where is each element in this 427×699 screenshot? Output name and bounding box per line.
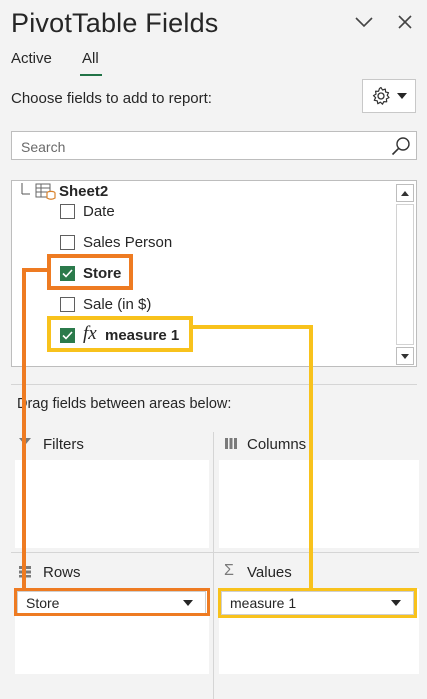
section-divider — [11, 384, 417, 385]
field-label-sales-person[interactable]: Sales Person — [83, 234, 172, 251]
measure-connector-horizontal — [191, 325, 313, 329]
field-label-store[interactable]: Store — [83, 265, 121, 282]
rows-area-title: Rows — [43, 564, 81, 581]
checkmark-icon — [62, 269, 73, 278]
gear-icon — [372, 86, 390, 105]
checkmark-icon — [62, 331, 73, 340]
close-icon[interactable] — [393, 10, 417, 34]
search-icon[interactable] — [390, 135, 412, 157]
measure-connector-vertical — [309, 325, 313, 589]
table-name: Sheet2 — [59, 183, 109, 200]
field-label-sale[interactable]: Sale (in $) — [83, 296, 151, 313]
panel-title: PivotTable Fields — [11, 8, 219, 38]
area-vertical-divider — [213, 432, 214, 699]
tab-all[interactable]: All — [82, 50, 99, 67]
chevron-down-icon[interactable] — [352, 10, 376, 34]
filters-drop-area[interactable] — [15, 460, 209, 548]
tools-button[interactable] — [362, 79, 416, 113]
columns-area-title: Columns — [247, 436, 307, 453]
field-list-scrollbar[interactable] — [396, 184, 414, 365]
filters-area-title: Filters — [43, 436, 84, 453]
columns-icon — [225, 438, 237, 449]
field-list: Sheet2 Date Sales Person Store Sale (in … — [11, 180, 417, 367]
values-field-label: measure 1 — [230, 595, 297, 611]
field-checkbox-measure-1[interactable] — [60, 328, 75, 343]
values-area-title: Values — [247, 564, 292, 581]
field-checkbox-sale[interactable] — [60, 297, 75, 312]
choose-fields-label: Choose fields to add to report: — [11, 90, 212, 107]
dropdown-arrow-icon — [397, 93, 407, 99]
tab-active[interactable]: Active — [11, 50, 52, 67]
sigma-icon: Σ — [224, 562, 234, 579]
tab-all-underline — [80, 74, 102, 76]
scroll-track[interactable] — [396, 204, 414, 345]
dropdown-arrow-icon[interactable] — [183, 600, 193, 606]
drag-instruction: Drag fields between areas below: — [17, 396, 232, 412]
search-box[interactable] — [11, 131, 417, 160]
area-horizontal-divider — [11, 552, 419, 553]
scroll-down-button[interactable] — [396, 347, 414, 365]
store-connector-vertical — [22, 268, 26, 590]
field-checkbox-store[interactable] — [60, 266, 75, 281]
field-checkbox-date[interactable] — [60, 204, 75, 219]
scroll-up-button[interactable] — [396, 184, 414, 202]
dropdown-arrow-icon[interactable] — [391, 600, 401, 606]
search-input[interactable] — [19, 136, 383, 157]
field-label-measure-1[interactable]: measure 1 — [105, 327, 179, 344]
table-icon — [35, 183, 56, 200]
values-field-measure-1[interactable]: measure 1 — [221, 591, 414, 615]
store-connector-horizontal — [22, 268, 49, 272]
rows-field-store[interactable]: Store — [17, 591, 206, 615]
function-icon: fx — [83, 323, 97, 344]
field-label-date[interactable]: Date — [83, 203, 115, 220]
columns-drop-area[interactable] — [219, 460, 419, 548]
rows-field-label: Store — [26, 595, 60, 611]
field-checkbox-sales-person[interactable] — [60, 235, 75, 250]
